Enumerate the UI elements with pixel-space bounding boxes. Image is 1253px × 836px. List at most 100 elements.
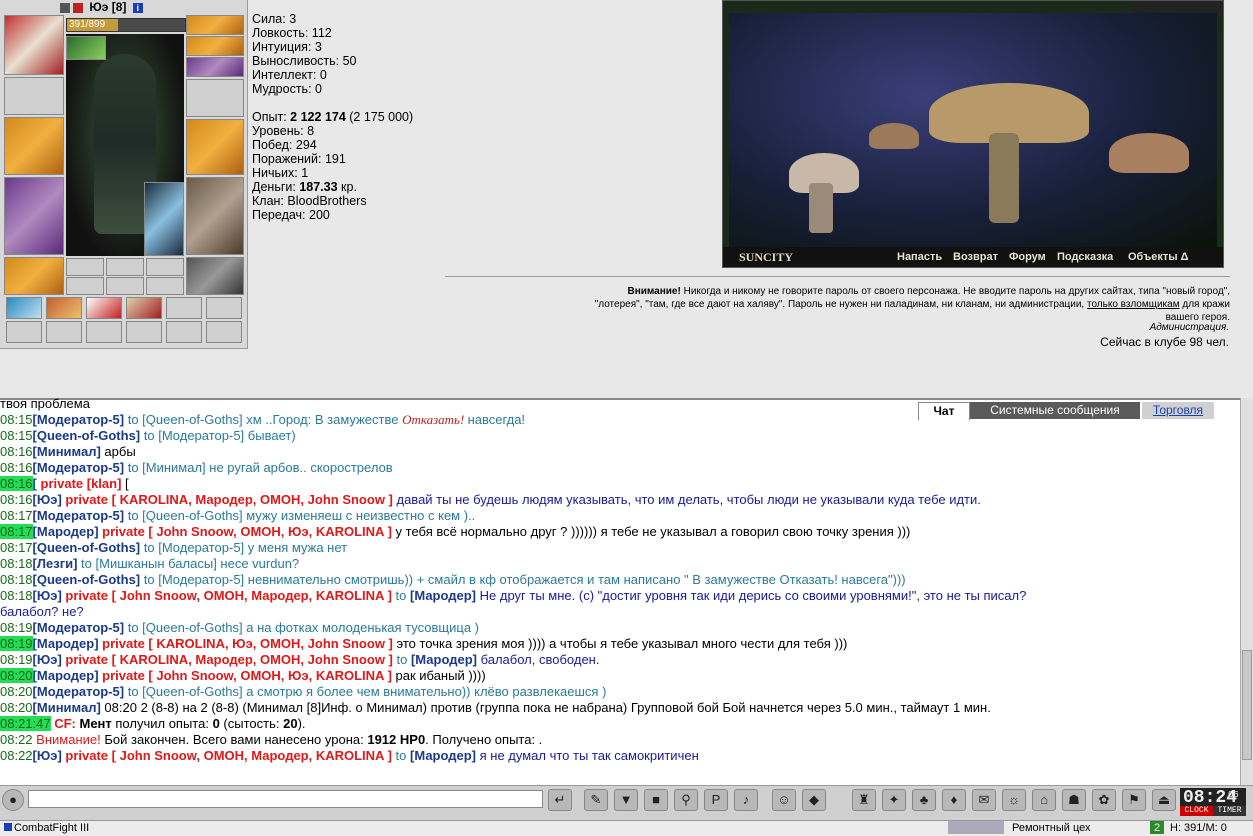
timer-label[interactable]: TIMER xyxy=(1213,806,1246,816)
chat-recipient[interactable]: to [Модератор-5] xyxy=(140,540,244,555)
chat-nick[interactable]: [Модератор-5] xyxy=(33,684,125,699)
chat-nick[interactable]: [Мародер] xyxy=(33,668,99,683)
eraser-icon[interactable]: ✎ xyxy=(584,789,608,811)
filter-icon[interactable]: ▼ xyxy=(614,789,638,811)
chat-nick[interactable]: [Юэ] xyxy=(33,588,62,603)
leggings-slot[interactable] xyxy=(186,177,244,255)
chat-time[interactable]: 08:22 xyxy=(0,748,33,763)
chat-time[interactable]: 08:16 xyxy=(0,492,33,507)
chat-recipient[interactable]: to [Queen-of-Goths] xyxy=(124,620,243,635)
rings-slot[interactable] xyxy=(186,57,244,77)
private-recipients[interactable]: private [ John Snoow, ОМОН, Юэ, KAROLINA… xyxy=(99,668,392,683)
rune-slot-5[interactable] xyxy=(106,277,144,295)
chat-nick[interactable]: [Queen-of-Goths] xyxy=(33,540,141,555)
pet-icon[interactable]: ✿ xyxy=(1092,789,1116,811)
chat-nick[interactable]: [Модератор-5] xyxy=(33,412,125,427)
smile-icon[interactable]: ☺ xyxy=(772,789,796,811)
chat-nick[interactable]: [Мародер] xyxy=(33,524,99,539)
rune-slot-2[interactable] xyxy=(106,258,144,276)
send-icon[interactable]: ↵ xyxy=(548,789,572,811)
friends-icon[interactable]: ☗ xyxy=(1062,789,1086,811)
chat-nick[interactable]: [Юэ] xyxy=(33,492,62,507)
flag-icon[interactable]: ⚑ xyxy=(1122,789,1146,811)
chat-recipient[interactable]: to [Модератор-5] xyxy=(140,428,244,443)
rune-slot-1[interactable] xyxy=(66,258,104,276)
private-recipients[interactable]: private [ John Snoow, ОМОН, Мародер, KAR… xyxy=(62,588,392,603)
chat-recipient[interactable]: to [Минимал] xyxy=(124,460,206,475)
chat-scrollbar[interactable] xyxy=(1240,398,1253,785)
chat-time[interactable]: 08:15 xyxy=(0,412,33,427)
helmet-slot[interactable] xyxy=(4,15,64,75)
inventory-icon[interactable]: ♦ xyxy=(942,789,966,811)
chat-time[interactable]: 08:16 xyxy=(0,444,33,459)
objects-button[interactable]: Объекты Δ xyxy=(1128,247,1189,267)
belt-item-11[interactable] xyxy=(166,321,202,343)
thieves-link[interactable]: только взломщикам xyxy=(1087,299,1180,310)
chat-time[interactable]: 08:19 xyxy=(0,652,33,667)
chat-time[interactable]: 08:21:47 xyxy=(0,716,51,731)
rune-slot-4[interactable] xyxy=(66,277,104,295)
belt-item-8[interactable] xyxy=(46,321,82,343)
chat-time[interactable]: 08:20 xyxy=(0,700,33,715)
belt-item-6[interactable] xyxy=(206,297,242,319)
private-recipients[interactable]: private [ KAROLINA, Юэ, ОМОН, John Snoow… xyxy=(99,636,393,651)
chat-time[interactable]: 08:22 xyxy=(0,732,33,747)
boots-slot[interactable] xyxy=(186,257,244,295)
belt-item-10[interactable] xyxy=(126,321,162,343)
private-recipients[interactable]: private [ KAROLINA, Мародер, ОМОН, John … xyxy=(62,652,392,667)
chat-nick[interactable]: [Минимал] xyxy=(33,444,101,459)
hint-button[interactable]: Подсказка xyxy=(1057,247,1113,267)
chat-nick[interactable]: [Модератор-5] xyxy=(33,620,125,635)
belt-item-2[interactable] xyxy=(46,297,82,319)
chat-time[interactable]: 08:16 xyxy=(0,460,33,475)
chat-nick[interactable]: [Модератор-5] xyxy=(33,508,125,523)
belt-item-3[interactable] xyxy=(86,297,122,319)
private-recipients[interactable]: private [ John Snoow, ОМОН, Мародер, KAR… xyxy=(62,748,392,763)
chat-time[interactable]: 08:20 xyxy=(0,668,33,683)
chat-time[interactable]: 08:19 xyxy=(0,636,33,651)
chat-input[interactable] xyxy=(28,790,543,808)
chat-nick[interactable]: [Минимал] xyxy=(33,700,101,715)
clock-label[interactable]: CLOCK xyxy=(1180,806,1213,816)
chat-nick[interactable]: [Мародер] xyxy=(410,588,476,603)
menu-icon[interactable]: ● xyxy=(2,789,24,811)
chat-time[interactable]: 08:17 xyxy=(0,524,33,539)
belt-item-9[interactable] xyxy=(86,321,122,343)
sound-icon[interactable]: ♪ xyxy=(734,789,758,811)
chat-nick[interactable]: [Мародер] xyxy=(410,748,476,763)
magic-icon[interactable]: ✦ xyxy=(882,789,906,811)
return-button[interactable]: Возврат xyxy=(953,247,998,267)
weapon-right-slot[interactable] xyxy=(186,119,244,175)
chat-nick[interactable]: [Юэ] xyxy=(33,652,62,667)
chat-time[interactable]: 08:20 xyxy=(0,684,33,699)
private-recipients[interactable]: private [klan] xyxy=(37,476,125,491)
private-recipients[interactable]: private [ John Snoow, ОМОН, Юэ, KAROLINA… xyxy=(99,524,392,539)
translit-icon[interactable]: ◆ xyxy=(802,789,826,811)
gloves-slot[interactable] xyxy=(186,79,244,117)
chat-time[interactable]: 08:16 xyxy=(0,476,33,491)
belt-item-12[interactable] xyxy=(206,321,242,343)
chat-recipient[interactable]: to [Мишканын баласы] xyxy=(77,556,217,571)
weapon-left-slot[interactable] xyxy=(4,117,64,175)
scroll-thumb[interactable] xyxy=(1242,650,1252,760)
skills-icon[interactable]: ☼ xyxy=(1002,789,1026,811)
chat-nick[interactable]: [Мародер] xyxy=(411,652,477,667)
run-icon[interactable]: ⚲ xyxy=(674,789,698,811)
map-icon[interactable]: ⌂ xyxy=(1032,789,1056,811)
exit-icon[interactable]: ⏏ xyxy=(1152,789,1176,811)
private-icon[interactable]: P xyxy=(704,789,728,811)
chat-recipient[interactable]: to [Queen-of-Goths] xyxy=(124,412,243,427)
potion-icon[interactable]: ♣ xyxy=(912,789,936,811)
chat-nick[interactable]: [Модератор-5] xyxy=(33,460,125,475)
scroll-icon[interactable]: ✉ xyxy=(972,789,996,811)
chat-recipient[interactable]: to [Queen-of-Goths] xyxy=(124,684,243,699)
belt-item-4[interactable] xyxy=(126,297,162,319)
bracers-slot[interactable] xyxy=(4,77,64,115)
chat-time[interactable]: 08:18 xyxy=(0,588,33,603)
earring-slot[interactable] xyxy=(186,15,244,35)
forum-button[interactable]: Форум xyxy=(1009,247,1046,267)
belt-slot[interactable] xyxy=(4,257,64,295)
private-recipients[interactable]: private [ KAROLINA, Мародер, ОМОН, John … xyxy=(62,492,392,507)
chat-time[interactable]: 08:18 xyxy=(0,572,33,587)
chat-time[interactable]: 08:17 xyxy=(0,508,33,523)
